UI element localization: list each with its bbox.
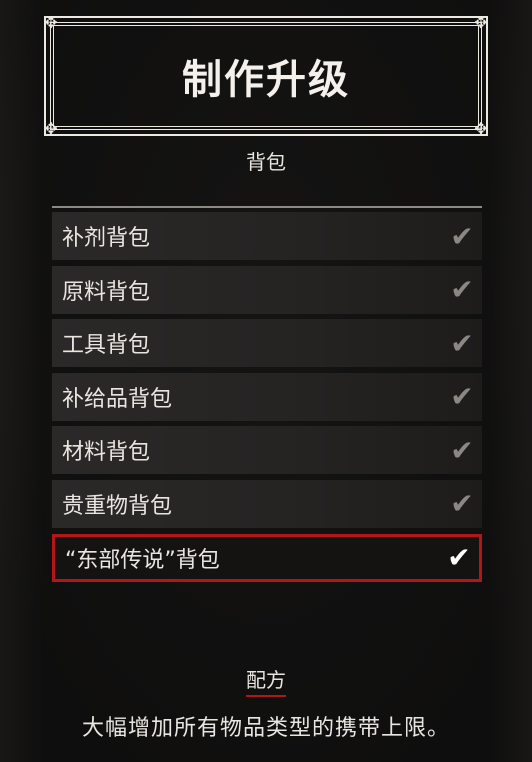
list-item[interactable]: 材料背包 ✔ [52, 426, 482, 475]
list-item[interactable]: 原料背包 ✔ [52, 265, 482, 314]
description: 大幅增加所有物品类型的携带上限。 [81, 716, 450, 741]
checkmark-icon: ✔ [450, 433, 474, 467]
list-item-label: 贵重物背包 [62, 493, 173, 519]
list-item-selected[interactable]: “东部传说”背包 ✔ [52, 533, 482, 582]
list-item-label: “东部传说”背包 [65, 547, 220, 573]
checkmark-icon: ✔ [450, 273, 474, 307]
list-item-label: 补给品背包 [62, 386, 173, 412]
ornament-icon: ✥ [474, 13, 488, 32]
list-item[interactable]: 工具背包 ✔ [52, 319, 482, 368]
recipe-heading: 配方 [0, 664, 532, 697]
list-item-label: 补剂背包 [62, 226, 151, 251]
list-item-label: 材料背包 [62, 440, 151, 466]
checkmark-icon: ✔ [447, 541, 471, 575]
list-item[interactable]: 贵重物背包 ✔ [52, 479, 482, 528]
list-item-label: 原料背包 [62, 279, 151, 305]
recipe-label: 配方 [246, 664, 286, 697]
divider [52, 206, 482, 208]
upgrade-list: 补剂背包 ✔ 原料背包 ✔ 工具背包 ✔ 补给品背包 ✔ 材料背包 ✔ 贵重物背… [52, 212, 482, 587]
list-item-label: 工具背包 [62, 333, 151, 359]
list-item[interactable]: 补给品背包 ✔ [52, 372, 482, 421]
checkmark-icon: ✔ [450, 380, 474, 414]
checkmark-icon: ✔ [450, 326, 474, 360]
page-title: 制作升级 [182, 57, 350, 103]
checkmark-icon: ✔ [450, 487, 474, 521]
ornament-icon: ✥ [474, 119, 488, 138]
list-item[interactable]: 补剂背包 ✔ [52, 212, 482, 260]
section-label: 背包 [246, 150, 286, 174]
checkmark-icon: ✔ [450, 219, 474, 253]
ornament-icon: ✥ [44, 119, 58, 138]
title-frame: ✥ ✥ ✥ ✥ 制作升级 [44, 13, 488, 138]
ornament-icon: ✥ [44, 13, 58, 32]
